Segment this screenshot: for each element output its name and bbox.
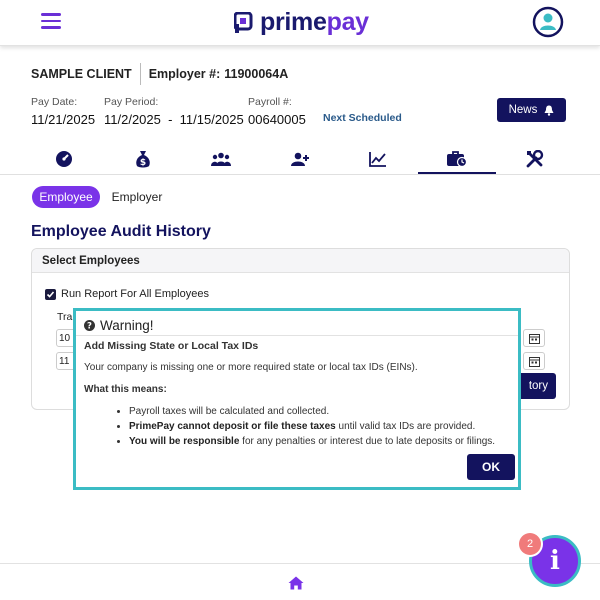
employer-label: Employer #:	[148, 67, 221, 81]
run-report-checkbox-row[interactable]: Run Report For All Employees	[45, 288, 209, 300]
modal-meaning-label: What this means:	[84, 384, 167, 395]
tab-tools[interactable]	[496, 144, 575, 174]
run-report-checkbox[interactable]	[45, 288, 56, 300]
calendar-icon	[528, 356, 540, 367]
top-bar: primepay	[0, 0, 600, 46]
client-info: SAMPLE CLIENT Employer #: 11900064A	[31, 63, 288, 85]
info-letter: i	[550, 546, 560, 576]
notification-badge: 2	[519, 533, 541, 555]
list-item: PrimePay cannot deposit or file these ta…	[129, 421, 495, 432]
user-avatar-icon[interactable]	[532, 6, 564, 38]
pay-date: Pay Date: 11/21/2025	[31, 96, 96, 127]
card-header: Select Employees	[32, 249, 569, 273]
end-date-calendar[interactable]	[523, 352, 545, 370]
hamburger-menu-icon[interactable]	[41, 13, 61, 31]
money-bag-icon: $	[135, 151, 150, 168]
tools-icon	[526, 150, 544, 168]
warning-modal: ? Warning! Add Missing State or Local Ta…	[73, 308, 521, 490]
bottom-nav-bar	[0, 563, 600, 600]
modal-subtitle: Add Missing State or Local Tax IDs	[84, 340, 259, 352]
bell-icon	[544, 105, 554, 116]
tab-add-employee[interactable]	[261, 144, 340, 174]
tab-reports-chart[interactable]	[339, 144, 418, 174]
tab-dashboard[interactable]	[25, 144, 104, 174]
modal-divider	[76, 335, 518, 336]
add-user-icon	[290, 152, 309, 166]
list-item: You will be responsible for any penaltie…	[129, 436, 495, 447]
svg-text:$: $	[140, 158, 146, 168]
segment-employee[interactable]: Employee	[32, 186, 100, 208]
page-title: Employee Audit History	[31, 223, 211, 240]
svg-text:?: ?	[87, 322, 92, 332]
news-button[interactable]: News	[497, 98, 566, 122]
tab-payroll[interactable]: $	[104, 144, 183, 174]
modal-body-text: Your company is missing one or more requ…	[84, 362, 418, 373]
tab-briefcase[interactable]	[417, 144, 497, 174]
home-icon[interactable]	[288, 576, 304, 590]
calendar-icon	[528, 333, 540, 344]
main-nav-tabs: $	[25, 144, 575, 174]
news-label: News	[508, 104, 538, 116]
segment-employer[interactable]: Employer	[106, 186, 168, 208]
dashboard-icon	[56, 151, 73, 167]
briefcase-icon	[446, 151, 467, 167]
modal-title: ? Warning!	[84, 318, 154, 333]
chart-icon	[369, 152, 387, 167]
payroll-number: Payroll #: 00640005	[248, 96, 306, 127]
tab-people[interactable]	[182, 144, 261, 174]
tabs-divider	[0, 174, 600, 175]
ok-button[interactable]: OK	[467, 454, 515, 480]
logo-mark-icon	[234, 11, 253, 33]
list-item: Payroll taxes will be calculated and col…	[129, 406, 495, 417]
start-date-calendar[interactable]	[523, 329, 545, 347]
logo-text: primepay	[260, 8, 369, 36]
run-report-label: Run Report For All Employees	[61, 288, 209, 300]
next-scheduled-link[interactable]: Next Scheduled	[323, 112, 402, 124]
modal-bullet-list: Payroll taxes will be calculated and col…	[113, 406, 495, 451]
divider	[139, 63, 141, 85]
partial-label: Tra	[57, 311, 73, 323]
pay-period: Pay Period: 11/2/2025 - 11/15/2025	[104, 96, 244, 127]
check-icon	[46, 290, 55, 298]
question-circle-icon: ?	[84, 320, 95, 331]
people-icon	[211, 152, 232, 166]
employer-number: 11900064A	[224, 67, 289, 81]
primepay-logo[interactable]: primepay	[234, 8, 369, 37]
client-name: SAMPLE CLIENT	[31, 67, 132, 81]
